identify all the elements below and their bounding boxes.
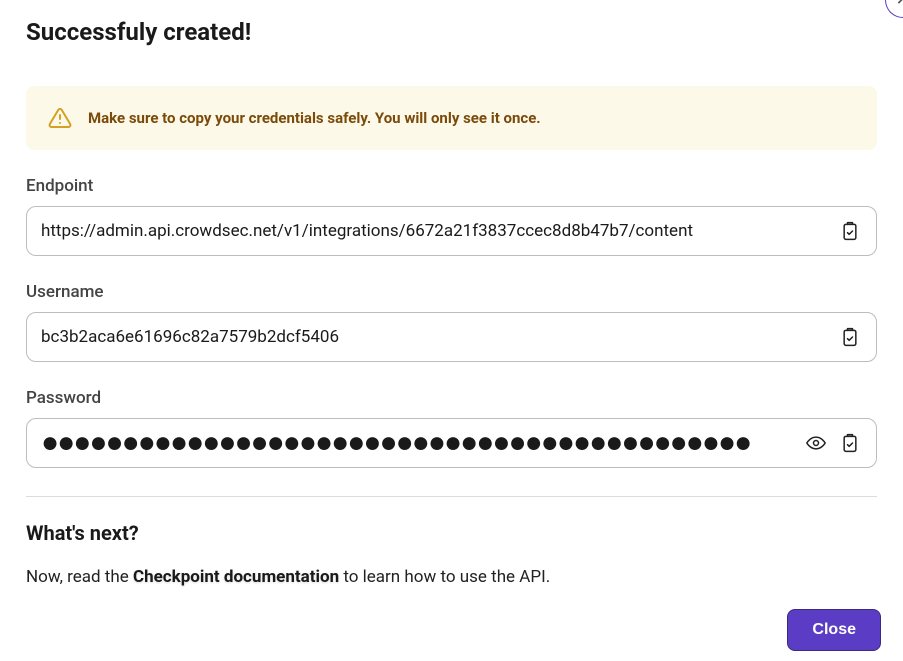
password-value[interactable]: ●●●●●●●●●●●●●●●●●●●●●●●●●●●●●●●●●●●●●●●●… — [41, 433, 794, 453]
whats-next-text: Now, read the Checkpoint documentation t… — [26, 567, 877, 587]
next-suffix: to learn how to use the API. — [343, 567, 550, 587]
copy-username-button[interactable] — [838, 325, 862, 349]
username-value[interactable]: bc3b2aca6e61696c82a7579b2dcf5406 — [41, 327, 828, 347]
modal-title: Successfuly created! — [26, 18, 251, 46]
close-icon: ✕ — [895, 0, 903, 9]
username-field: bc3b2aca6e61696c82a7579b2dcf5406 — [26, 312, 877, 362]
toggle-password-visibility-button[interactable] — [804, 431, 828, 455]
documentation-link[interactable]: Checkpoint documentation — [133, 567, 339, 587]
copy-password-button[interactable] — [838, 431, 862, 455]
close-button[interactable]: Close — [787, 609, 881, 651]
password-field: ●●●●●●●●●●●●●●●●●●●●●●●●●●●●●●●●●●●●●●●●… — [26, 418, 877, 468]
whats-next-heading: What's next? — [26, 521, 877, 545]
endpoint-label: Endpoint — [26, 176, 877, 196]
next-prefix: Now, read the — [26, 567, 133, 587]
copy-endpoint-button[interactable] — [838, 219, 862, 243]
endpoint-value[interactable]: https://admin.api.crowdsec.net/v1/integr… — [41, 221, 828, 241]
warning-banner: Make sure to copy your credentials safel… — [26, 86, 877, 150]
divider — [26, 496, 877, 497]
warning-text: Make sure to copy your credentials safel… — [88, 109, 541, 127]
close-modal-button[interactable]: ✕ — [885, 0, 903, 18]
warning-icon — [48, 106, 72, 130]
password-label: Password — [26, 388, 877, 408]
username-label: Username — [26, 282, 877, 302]
endpoint-field: https://admin.api.crowdsec.net/v1/integr… — [26, 206, 877, 256]
